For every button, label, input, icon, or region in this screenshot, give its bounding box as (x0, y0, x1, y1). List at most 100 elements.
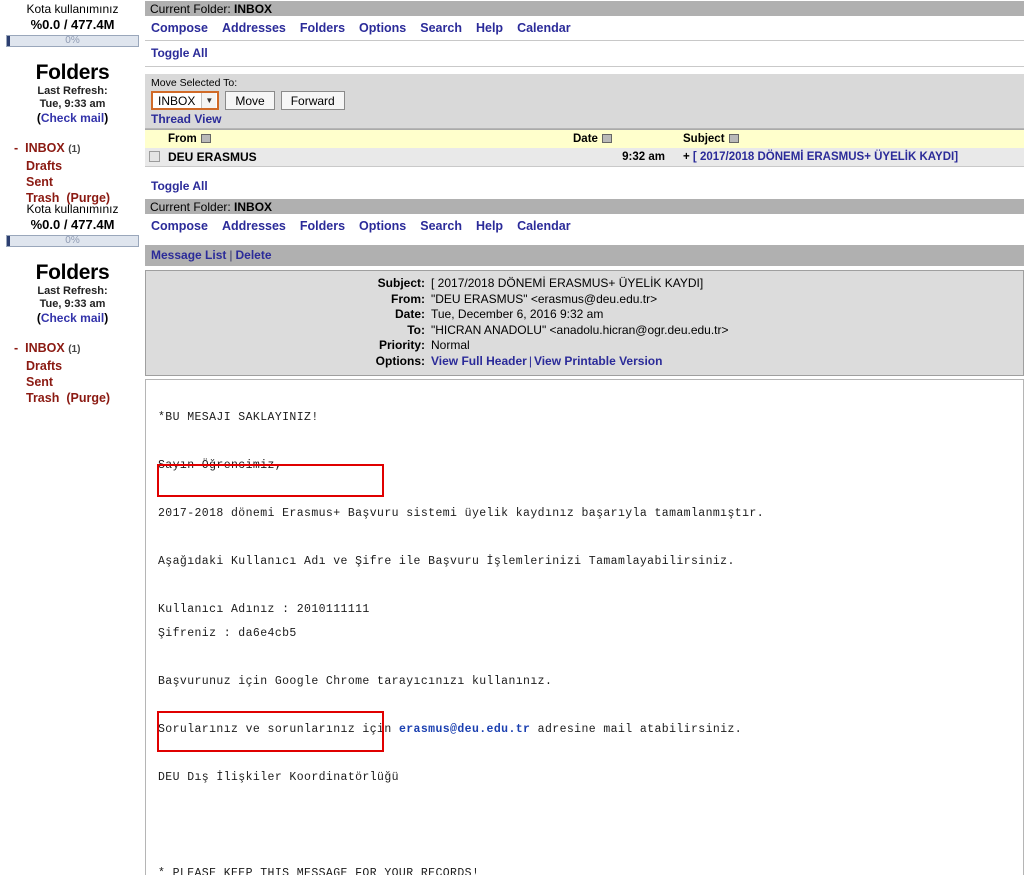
inbox-unread-count: (1) (68, 144, 81, 155)
message-list-link[interactable]: Message List (151, 248, 226, 262)
move-controls: INBOX ▼ Move Forward (151, 91, 1018, 110)
purge-link-2[interactable]: (Purge) (66, 391, 110, 405)
blank-8 (158, 790, 1023, 838)
view-full-header-link[interactable]: View Full Header (431, 354, 527, 368)
check-mail-link-2[interactable]: Check mail (41, 311, 104, 325)
blank-2 (158, 478, 1023, 502)
header-key-to: To: (407, 322, 425, 337)
sidebar-item-inbox[interactable]: - INBOX (1) (14, 140, 145, 158)
move-selected-toolbar: Move Selected To: INBOX ▼ Move Forward T… (145, 73, 1024, 129)
sidebar-item-sent-label-2[interactable]: Sent (26, 375, 53, 389)
sidebar-item-drafts-label-2[interactable]: Drafts (26, 359, 62, 373)
menu-calendar-2[interactable]: Calendar (517, 219, 571, 233)
sidebar-item-trash-2[interactable]: Trash (Purge) (14, 390, 145, 406)
toggle-all-bar-top: Toggle All (145, 41, 1024, 67)
sidebar-top: Kota kullanımınız %0.0 / 477.4M 0% Folde… (0, 0, 145, 206)
quota-label: Kota kullanımınız (26, 2, 119, 16)
paren-close-2: ) (104, 311, 109, 325)
menu-options-2[interactable]: Options (359, 219, 406, 233)
menu-help-2[interactable]: Help (476, 219, 503, 233)
message-action-bar: Message List | Delete (145, 244, 1024, 267)
menu-compose[interactable]: Compose (151, 21, 208, 35)
message-subject-link[interactable]: [ 2017/2018 DÖNEMİ ERASMUS+ ÜYELİK KAYDI… (693, 151, 958, 163)
header-key-from: From: (391, 291, 425, 306)
move-target-value: INBOX (158, 93, 196, 108)
header-row-options: Options: View Full Header | View Printable… (146, 354, 1023, 369)
header-value-from: "DEU ERASMUS" <erasmus@deu.edu.tr> (431, 291, 658, 306)
webmail-page: Kota kullanımınız %0.0 / 477.4M 0% Folde… (0, 0, 1024, 875)
menu-search[interactable]: Search (420, 21, 462, 35)
sort-subject-icon[interactable] (728, 134, 739, 143)
menu-folders-2[interactable]: Folders (300, 219, 345, 233)
last-refresh-time: Tue, 9:33 am (39, 98, 106, 110)
tree-dash-2: - (14, 341, 19, 355)
move-button[interactable]: Move (225, 91, 275, 110)
move-target-select[interactable]: INBOX ▼ (151, 91, 220, 110)
row-from-cell: DEU ERASMUS (164, 148, 569, 166)
table-row[interactable]: DEU ERASMUS 9:32 am + [ 2017/2018 DÖNEMİ… (145, 148, 1024, 166)
quota-progress-bar-2: 0% (6, 235, 139, 247)
menu-folders[interactable]: Folders (300, 21, 345, 35)
last-refresh-label-2: Last Refresh: (37, 285, 108, 297)
header-value-options: View Full Header | View Printable Version (431, 354, 663, 369)
chevron-down-icon[interactable]: ▼ (201, 93, 217, 108)
delete-link[interactable]: Delete (236, 248, 272, 262)
menu-compose-2[interactable]: Compose (151, 219, 208, 233)
menu-addresses[interactable]: Addresses (222, 21, 286, 35)
check-mail-link[interactable]: Check mail (41, 111, 104, 125)
header-key-subject: Subject: (377, 276, 425, 290)
column-header-from[interactable]: From (164, 129, 569, 148)
menu-search-2[interactable]: Search (420, 219, 462, 233)
current-folder-name-2: INBOX (234, 200, 273, 214)
menu-options[interactable]: Options (359, 21, 406, 35)
sort-from-icon[interactable] (200, 134, 211, 143)
column-header-subject[interactable]: Subject (679, 129, 1024, 148)
sidebar-item-sent-2[interactable]: Sent (14, 374, 145, 390)
toggle-all-link-bottom[interactable]: Toggle All (151, 179, 208, 193)
body-tr-password: Şifreniz : da6e4cb5 (158, 627, 297, 640)
sidebar-item-drafts[interactable]: Drafts (14, 158, 145, 174)
sidebar-item-sent[interactable]: Sent (14, 174, 145, 190)
current-folder-label: Current Folder: (150, 2, 231, 16)
sidebar-item-drafts-label[interactable]: Drafts (26, 159, 62, 173)
body-tr-contact-pre: Sorularınız ve sorunlarınız için (158, 723, 399, 736)
message-checkbox[interactable] (149, 150, 160, 162)
sidebar-item-inbox-label[interactable]: INBOX (25, 141, 65, 155)
sidebar-item-sent-label[interactable]: Sent (26, 175, 53, 189)
sidebar-item-trash-label-2[interactable]: Trash (26, 391, 59, 405)
header-row-to: To: "HICRAN ANADOLU" <anadolu.hicran@ogr… (146, 322, 1023, 338)
sidebar-item-inbox-2[interactable]: - INBOX (1) (14, 340, 145, 358)
message-header-box: Subject: [ 2017/2018 DÖNEMİ ERASMUS+ ÜYE… (145, 270, 1024, 376)
header-key-date: Date: (394, 307, 425, 321)
message-list-header-row: From Date Subject (145, 129, 1024, 148)
menu-calendar[interactable]: Calendar (517, 21, 571, 35)
body-tr-contact-email[interactable]: erasmus@deu.edu.tr (399, 723, 530, 736)
quota-progress-bar: 0% (6, 35, 139, 47)
current-folder-name: INBOX (234, 2, 273, 16)
check-mail-wrapper: (Check mail) (0, 111, 145, 126)
menu-addresses-2[interactable]: Addresses (222, 219, 286, 233)
header-value-date: Tue, December 6, 2016 9:32 am (431, 307, 604, 321)
blank-1 (158, 430, 1023, 454)
row-subject-cell: + [ 2017/2018 DÖNEMİ ERASMUS+ ÜYELİK KAY… (679, 148, 1024, 166)
thread-view-link[interactable]: Thread View (151, 112, 221, 126)
sidebar-item-inbox-label-2[interactable]: INBOX (25, 341, 65, 355)
sidebar-item-drafts-2[interactable]: Drafts (14, 358, 145, 374)
folder-list: - INBOX (1) Drafts Sent Trash (Purge) (0, 140, 145, 206)
body-tr-greeting: Sayın Öğrencimiz, (158, 459, 283, 472)
action-separator: | (229, 248, 233, 262)
quota-progress-text-2: 0% (65, 235, 80, 246)
menu-help[interactable]: Help (476, 21, 503, 35)
blank-4 (158, 574, 1023, 598)
forward-button[interactable]: Forward (280, 91, 345, 110)
quota-label-2: Kota kullanımınız (26, 202, 119, 216)
folders-heading-2: Folders (35, 261, 110, 284)
column-header-date[interactable]: Date (569, 129, 679, 148)
view-printable-version-link[interactable]: View Printable Version (534, 354, 663, 368)
main-menu-bar: Compose Addresses Folders Options Search Help… (145, 17, 1024, 41)
header-key-priority: Priority: (378, 338, 425, 352)
sort-date-icon[interactable] (601, 134, 612, 143)
blank-5 (158, 646, 1023, 670)
row-checkbox-cell[interactable] (145, 148, 164, 166)
toggle-all-link-top[interactable]: Toggle All (151, 46, 208, 60)
